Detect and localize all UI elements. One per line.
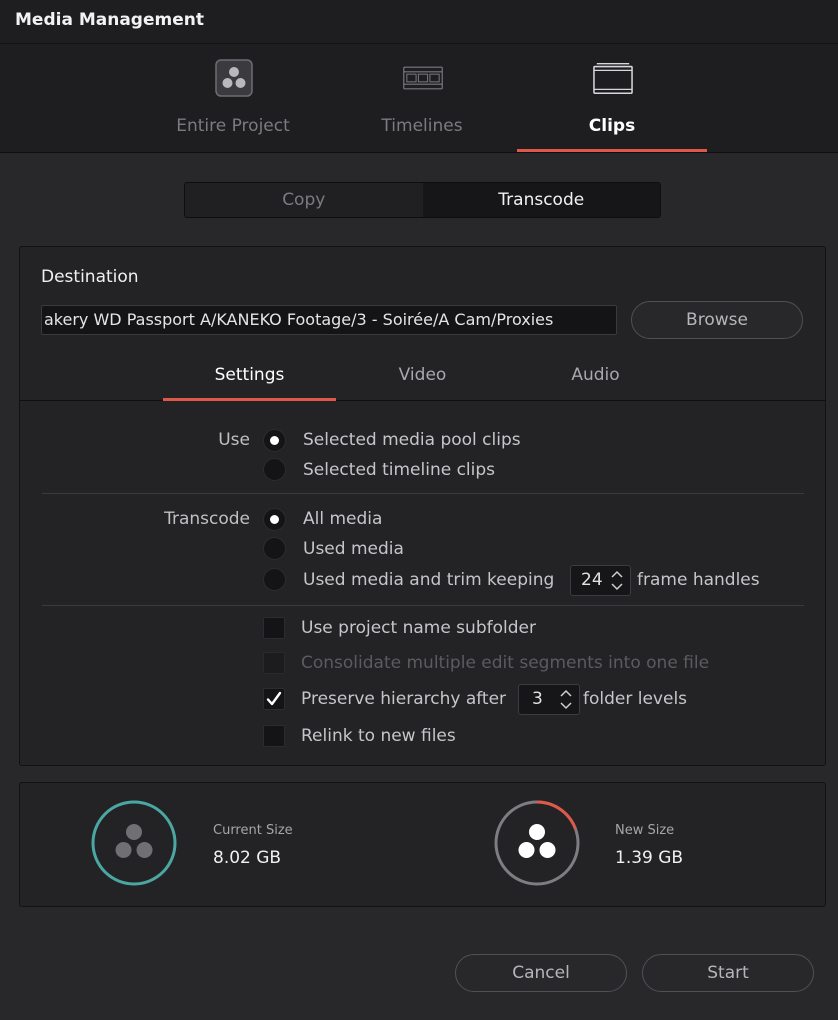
size-panel: Current Size 8.02 GB New Size 1.39 GB [19,782,826,907]
tab-audio[interactable]: Audio [509,355,682,400]
new-size-label: New Size [615,823,675,838]
browse-button[interactable]: Browse [631,301,803,339]
tab-settings[interactable]: Settings [163,355,336,401]
tab-audio-label: Audio [571,365,620,385]
mode-bar: Entire Project Timelines Clips [0,44,838,153]
use-timeline-label: Selected timeline clips [303,460,496,480]
folder-levels-suffix: folder levels [583,689,688,709]
project-icon [214,58,254,98]
current-size-ring-icon [91,800,177,886]
current-size-value: 8.02 GB [213,848,282,868]
destination-path-field[interactable]: akery WD Passport A/KANEKO Footage/3 - S… [41,305,617,335]
current-size-label: Current Size [213,823,293,838]
mode-entire-project-label: Entire Project [176,116,290,136]
folder-levels-stepper[interactable]: 3 [518,684,580,715]
divider [42,605,804,606]
timeline-icon [403,58,443,98]
divider [42,493,804,494]
use-label: Use [218,430,250,450]
transcode-button[interactable]: Transcode [422,183,660,217]
mode-timelines-label: Timelines [381,116,463,136]
window-title: Media Management [15,10,204,30]
folder-levels-value: 3 [532,689,543,709]
relink-checkbox[interactable] [263,725,285,747]
operation-segmented-control: Copy Transcode [184,182,661,218]
mode-underline [517,149,707,152]
mode-clips-label: Clips [588,116,636,136]
use-media-pool-label: Selected media pool clips [303,430,521,450]
use-media-pool-radio[interactable] [263,429,286,452]
transcode-label: Transcode [164,509,250,529]
new-size-ring-icon [494,800,580,886]
settings-panel: Destination akery WD Passport A/KANEKO F… [19,246,826,766]
tab-video[interactable]: Video [336,355,509,400]
transcode-all-media-label: All media [303,509,383,529]
preserve-hierarchy-checkbox[interactable] [263,688,285,710]
relink-label: Relink to new files [301,726,456,746]
destination-label: Destination [41,267,139,287]
start-button[interactable]: Start [642,954,814,992]
mode-entire-project[interactable]: Entire Project [138,44,328,152]
consolidate-label: Consolidate multiple edit segments into … [301,653,710,673]
consolidate-checkbox[interactable] [263,652,285,674]
transcode-trim-radio[interactable] [263,568,286,591]
transcode-trim-label: Used media and trim keeping [303,570,555,590]
frame-handles-suffix: frame handles [637,570,760,590]
project-subfolder-checkbox[interactable] [263,617,285,639]
copy-button[interactable]: Copy [185,183,423,217]
title-bar: Media Management [0,0,838,44]
stepper-arrows-icon [560,689,572,710]
destination-path-text: akery WD Passport A/KANEKO Footage/3 - S… [44,310,554,329]
cancel-button[interactable]: Cancel [455,954,627,992]
transcode-used-media-radio[interactable] [263,537,286,560]
frame-handles-stepper[interactable]: 24 [570,565,631,596]
tab-underline [163,398,336,401]
project-subfolder-label: Use project name subfolder [301,618,536,638]
preserve-hierarchy-label: Preserve hierarchy after [301,689,507,709]
settings-tabs: Settings Video Audio [20,355,825,401]
frame-handles-value: 24 [581,570,603,590]
tab-video-label: Video [398,365,447,385]
stepper-arrows-icon [611,570,623,591]
clips-icon [593,58,633,98]
transcode-used-media-label: Used media [303,539,404,559]
use-timeline-radio[interactable] [263,458,286,481]
mode-timelines[interactable]: Timelines [327,44,517,152]
mode-clips[interactable]: Clips [517,44,707,152]
checkmark-icon [266,691,282,706]
tab-settings-label: Settings [214,365,285,385]
new-size-value: 1.39 GB [615,848,684,868]
transcode-all-media-radio[interactable] [263,508,286,531]
